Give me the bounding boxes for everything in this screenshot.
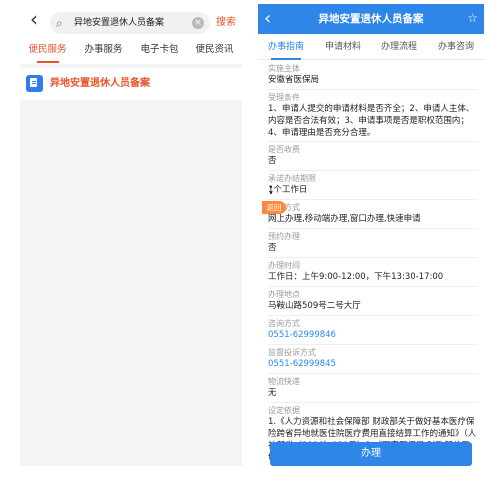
guide-content: 实施主体 安徽省医保局 受理条件 1、申请人提交的申请材料是否齐全；2、申请人主… [268,62,478,467]
field-value-fee: 否 [268,155,478,171]
star-outline-icon[interactable]: ☆ [467,10,478,26]
field-label-consult: 咨询方式 [268,319,300,328]
chevron-left-icon: ‹ [30,7,38,31]
category-tabs: 便民服务 办事服务 电子卡包 便民资讯 [20,40,242,64]
field-label-hours: 办理时间 [268,261,300,270]
field-label-address: 办理地点 [268,290,300,299]
field-value-hours: 工作日：上午9:00-12:00，下午13:30-17:00 [268,271,478,287]
field-value-address: 马鞍山路509号二号大厅 [268,300,478,316]
detail-tabs: 办事指南 申请材料 办理流程 办事咨询 [258,34,484,60]
search-input[interactable]: ⌕ 异地安置退休人员备案 × [50,12,210,34]
service-detail-screen: ‹ 异地安置退休人员备案 ☆ 办事指南 申请材料 办理流程 办事咨询 实施主体 … [258,4,484,470]
field-value-appointment: 否 [268,242,478,258]
floating-menu-dots[interactable]: • • [266,184,276,198]
field-label-complaint: 监督投诉方式 [268,348,316,357]
field-value-org: 安徽省医保局 [268,74,478,90]
search-results-screen: ‹ ⌕ 异地安置退休人员备案 × 搜索 便民服务 办事服务 电子卡包 便民资讯 … [20,0,242,466]
tab-guide[interactable]: 办事指南 [258,34,314,60]
tab-process[interactable]: 办理流程 [371,34,427,60]
floating-back-tag[interactable]: 返回 [262,201,286,214]
back-button[interactable]: ‹ [24,8,44,30]
detail-header: ‹ 异地安置退休人员备案 ☆ [258,4,484,34]
field-label-conditions: 受理条件 [268,93,300,102]
tab-consult[interactable]: 办事咨询 [428,34,484,60]
field-label-basis: 设定依据 [268,406,300,415]
field-label-fee: 是否收费 [268,145,300,154]
search-bar-area: ‹ ⌕ 异地安置退休人员备案 × 搜索 [20,0,242,40]
clear-icon[interactable]: × [192,17,204,29]
back-button[interactable]: ‹ [264,7,271,31]
search-result-title: 异地安置退休人员备案 [50,78,150,89]
tab-materials[interactable]: 申请材料 [315,34,371,60]
field-label-delivery: 物流快递 [268,377,300,386]
page-title: 异地安置退休人员备案 [318,13,424,25]
field-label-method: 办理方式 [268,201,478,213]
field-label-appointment: 预约办理 [268,232,300,241]
complaint-phone-link[interactable]: 0551-62999845 [268,358,478,374]
tab-bianmin-news[interactable]: 便民资讯 [187,40,242,64]
search-icon: ⌕ [56,16,63,30]
document-icon [26,75,43,92]
tab-e-card[interactable]: 电子卡包 [132,40,187,64]
field-value-method: 网上办理,移动端办理,窗口办理,快速申请 [268,213,478,229]
field-label-duration: 承诺办结期限 [268,174,316,183]
search-input-value[interactable]: 异地安置退休人员备案 [74,12,164,34]
consult-phone-link[interactable]: 0551-62999846 [268,329,478,345]
search-result-item[interactable]: 异地安置退休人员备案 [20,68,242,100]
tab-banshi-service[interactable]: 办事服务 [76,40,131,64]
field-value-delivery: 无 [268,387,478,403]
apply-button[interactable]: 办理 [270,442,472,466]
tab-bianmin-service[interactable]: 便民服务 [20,40,75,64]
field-value-conditions: 1、申请人提交的申请材料是否齐全；2、申请人主体、内容是否合法有效；3、申请事项… [268,103,478,142]
field-label-org: 实施主体 [268,64,300,73]
search-button[interactable]: 搜索 [216,12,236,34]
field-value-duration: 1个工作日 [268,184,478,200]
chevron-left-icon: ‹ [264,8,272,29]
